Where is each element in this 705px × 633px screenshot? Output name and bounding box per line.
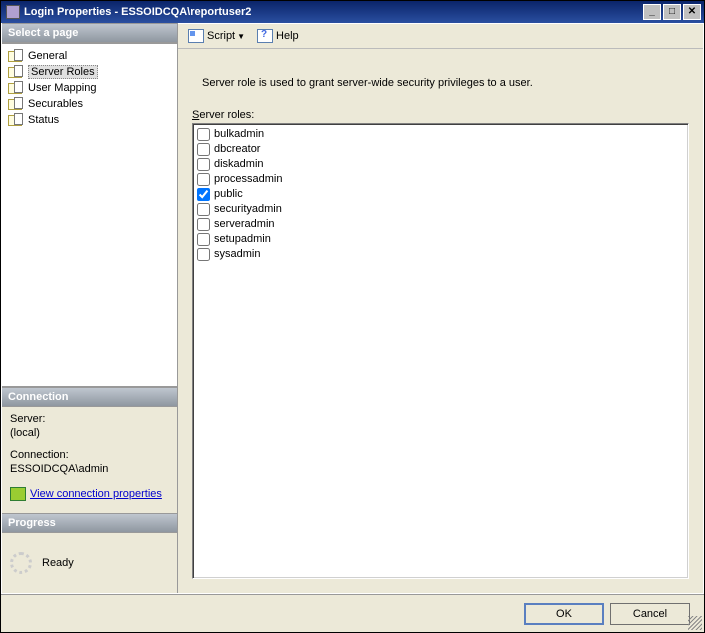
nav-item-icon (8, 65, 24, 79)
nav-item-user-mapping[interactable]: User Mapping (4, 80, 175, 96)
role-label: dbcreator (214, 143, 260, 155)
dropdown-arrow-icon: ▼ (237, 32, 245, 41)
role-item-setupadmin[interactable]: setupadmin (197, 232, 684, 247)
role-label: securityadmin (214, 203, 282, 215)
role-label: serveradmin (214, 218, 275, 230)
description-text: Server role is used to grant server-wide… (202, 77, 679, 89)
dialog-body: Select a page General Server Roles User Ma… (1, 23, 704, 594)
script-label: Script (207, 30, 235, 42)
ok-button[interactable]: OK (524, 603, 604, 625)
role-item-securityadmin[interactable]: securityadmin (197, 202, 684, 217)
role-label: processadmin (214, 173, 282, 185)
nav-item-icon (8, 49, 24, 63)
sidebar: Select a page General Server Roles User Ma… (2, 23, 177, 593)
server-label: Server: (10, 413, 169, 425)
nav-item-label: General (28, 50, 67, 62)
role-checkbox-dbcreator[interactable] (197, 143, 210, 156)
help-label: Help (276, 30, 299, 42)
script-icon (188, 29, 204, 43)
role-label: setupadmin (214, 233, 271, 245)
nav-item-label: Status (28, 114, 59, 126)
role-item-sysadmin[interactable]: sysadmin (197, 247, 684, 262)
server-roles-listbox[interactable]: bulkadmin dbcreator diskadmin processadmin p… (192, 123, 689, 579)
connection-value: ESSOIDCQA\admin (10, 463, 169, 475)
progress-status: Ready (42, 557, 74, 569)
toolbar: Script ▼ Help (178, 23, 703, 49)
main-panel: Script ▼ Help Server role is used to gra… (177, 23, 703, 593)
content-area: Server role is used to grant server-wide… (178, 49, 703, 593)
maximize-button[interactable]: □ (663, 4, 681, 20)
nav-item-general[interactable]: General (4, 48, 175, 64)
role-label: sysadmin (214, 248, 260, 260)
script-button[interactable]: Script ▼ (184, 27, 249, 45)
role-checkbox-securityadmin[interactable] (197, 203, 210, 216)
role-item-public[interactable]: public (197, 187, 684, 202)
nav-item-icon (8, 97, 24, 111)
role-checkbox-bulkadmin[interactable] (197, 128, 210, 141)
nav-item-status[interactable]: Status (4, 112, 175, 128)
nav-item-server-roles[interactable]: Server Roles (4, 64, 175, 80)
role-label: bulkadmin (214, 128, 264, 140)
connection-label: Connection: (10, 449, 169, 461)
role-item-processadmin[interactable]: processadmin (197, 172, 684, 187)
role-label: diskadmin (214, 158, 264, 170)
help-button[interactable]: Help (253, 27, 303, 45)
progress-header: Progress (2, 513, 177, 533)
progress-section: Ready (2, 533, 177, 593)
role-item-bulkadmin[interactable]: bulkadmin (197, 127, 684, 142)
role-item-dbcreator[interactable]: dbcreator (197, 142, 684, 157)
role-checkbox-diskadmin[interactable] (197, 158, 210, 171)
progress-spinner-icon (10, 552, 32, 574)
server-value: (local) (10, 427, 169, 439)
role-checkbox-sysadmin[interactable] (197, 248, 210, 261)
help-icon (257, 29, 273, 43)
nav-item-icon (8, 113, 24, 127)
view-connection-link[interactable]: View connection properties (30, 488, 162, 500)
select-page-header: Select a page (2, 23, 177, 43)
connection-properties-icon (10, 487, 26, 501)
close-button[interactable]: ✕ (683, 4, 701, 20)
cancel-button[interactable]: Cancel (610, 603, 690, 625)
role-checkbox-public[interactable] (197, 188, 210, 201)
nav-item-securables[interactable]: Securables (4, 96, 175, 112)
titlebar: Login Properties - ESSOIDCQA\reportuser2… (1, 1, 704, 23)
role-checkbox-serveradmin[interactable] (197, 218, 210, 231)
role-item-serveradmin[interactable]: serveradmin (197, 217, 684, 232)
connection-header: Connection (2, 387, 177, 407)
role-item-diskadmin[interactable]: diskadmin (197, 157, 684, 172)
nav-item-label: Securables (28, 98, 83, 110)
window-title: Login Properties - ESSOIDCQA\reportuser2 (24, 6, 251, 18)
dialog-footer: OK Cancel (1, 594, 704, 632)
role-checkbox-processadmin[interactable] (197, 173, 210, 186)
nav-item-label: User Mapping (28, 82, 96, 94)
server-roles-label: Server roles: (192, 109, 689, 121)
nav-item-label: Server Roles (28, 65, 98, 79)
minimize-button[interactable]: _ (643, 4, 661, 20)
view-connection-row: View connection properties (2, 481, 177, 507)
dialog-window: Login Properties - ESSOIDCQA\reportuser2… (0, 0, 705, 633)
nav-item-icon (8, 81, 24, 95)
page-nav: General Server Roles User Mapping Securable… (2, 43, 177, 387)
app-icon (6, 5, 20, 19)
role-checkbox-setupadmin[interactable] (197, 233, 210, 246)
role-label: public (214, 188, 243, 200)
connection-section: Server: (local) Connection: ESSOIDCQA\ad… (2, 407, 177, 481)
